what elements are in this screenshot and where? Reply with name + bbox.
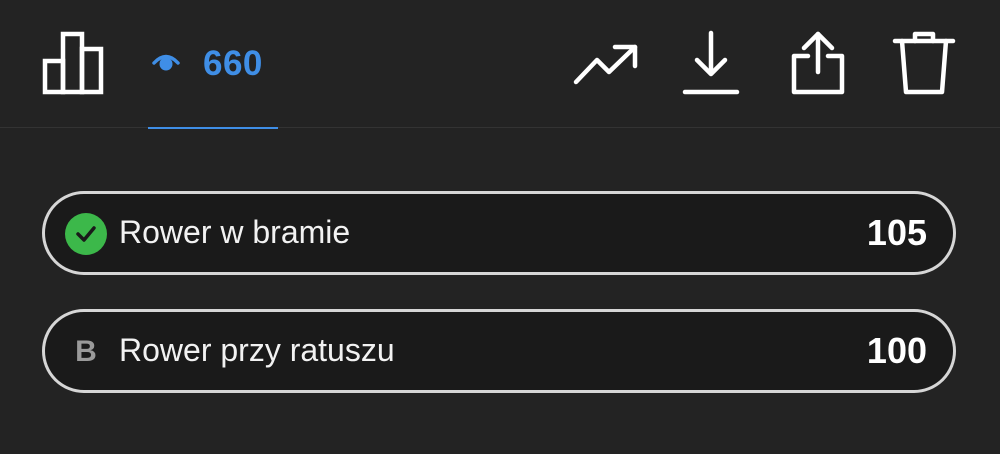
trending-up-icon[interactable]	[572, 40, 640, 88]
option-label: Rower w bramie	[119, 214, 351, 250]
views-count: 660	[203, 44, 263, 83]
checkmark-icon	[65, 213, 107, 255]
top-toolbar: 660	[0, 0, 1000, 129]
option-votes: 105	[866, 212, 927, 253]
poll-option-1[interactable]: Rower w bramie 105	[42, 191, 956, 275]
share-icon[interactable]	[788, 30, 848, 96]
option-label: Rower przy ratuszu	[119, 332, 395, 368]
views-tab[interactable]: 660	[148, 30, 278, 129]
option-letter-badge: B	[75, 335, 97, 368]
tab-underline	[148, 127, 278, 129]
trash-icon[interactable]	[892, 30, 956, 96]
poll-option-2[interactable]: B Rower przy ratuszu 100	[42, 309, 956, 393]
download-icon[interactable]	[682, 30, 740, 96]
eye-icon	[152, 52, 180, 77]
option-votes: 100	[866, 330, 927, 371]
bar-chart-icon[interactable]	[40, 30, 106, 96]
